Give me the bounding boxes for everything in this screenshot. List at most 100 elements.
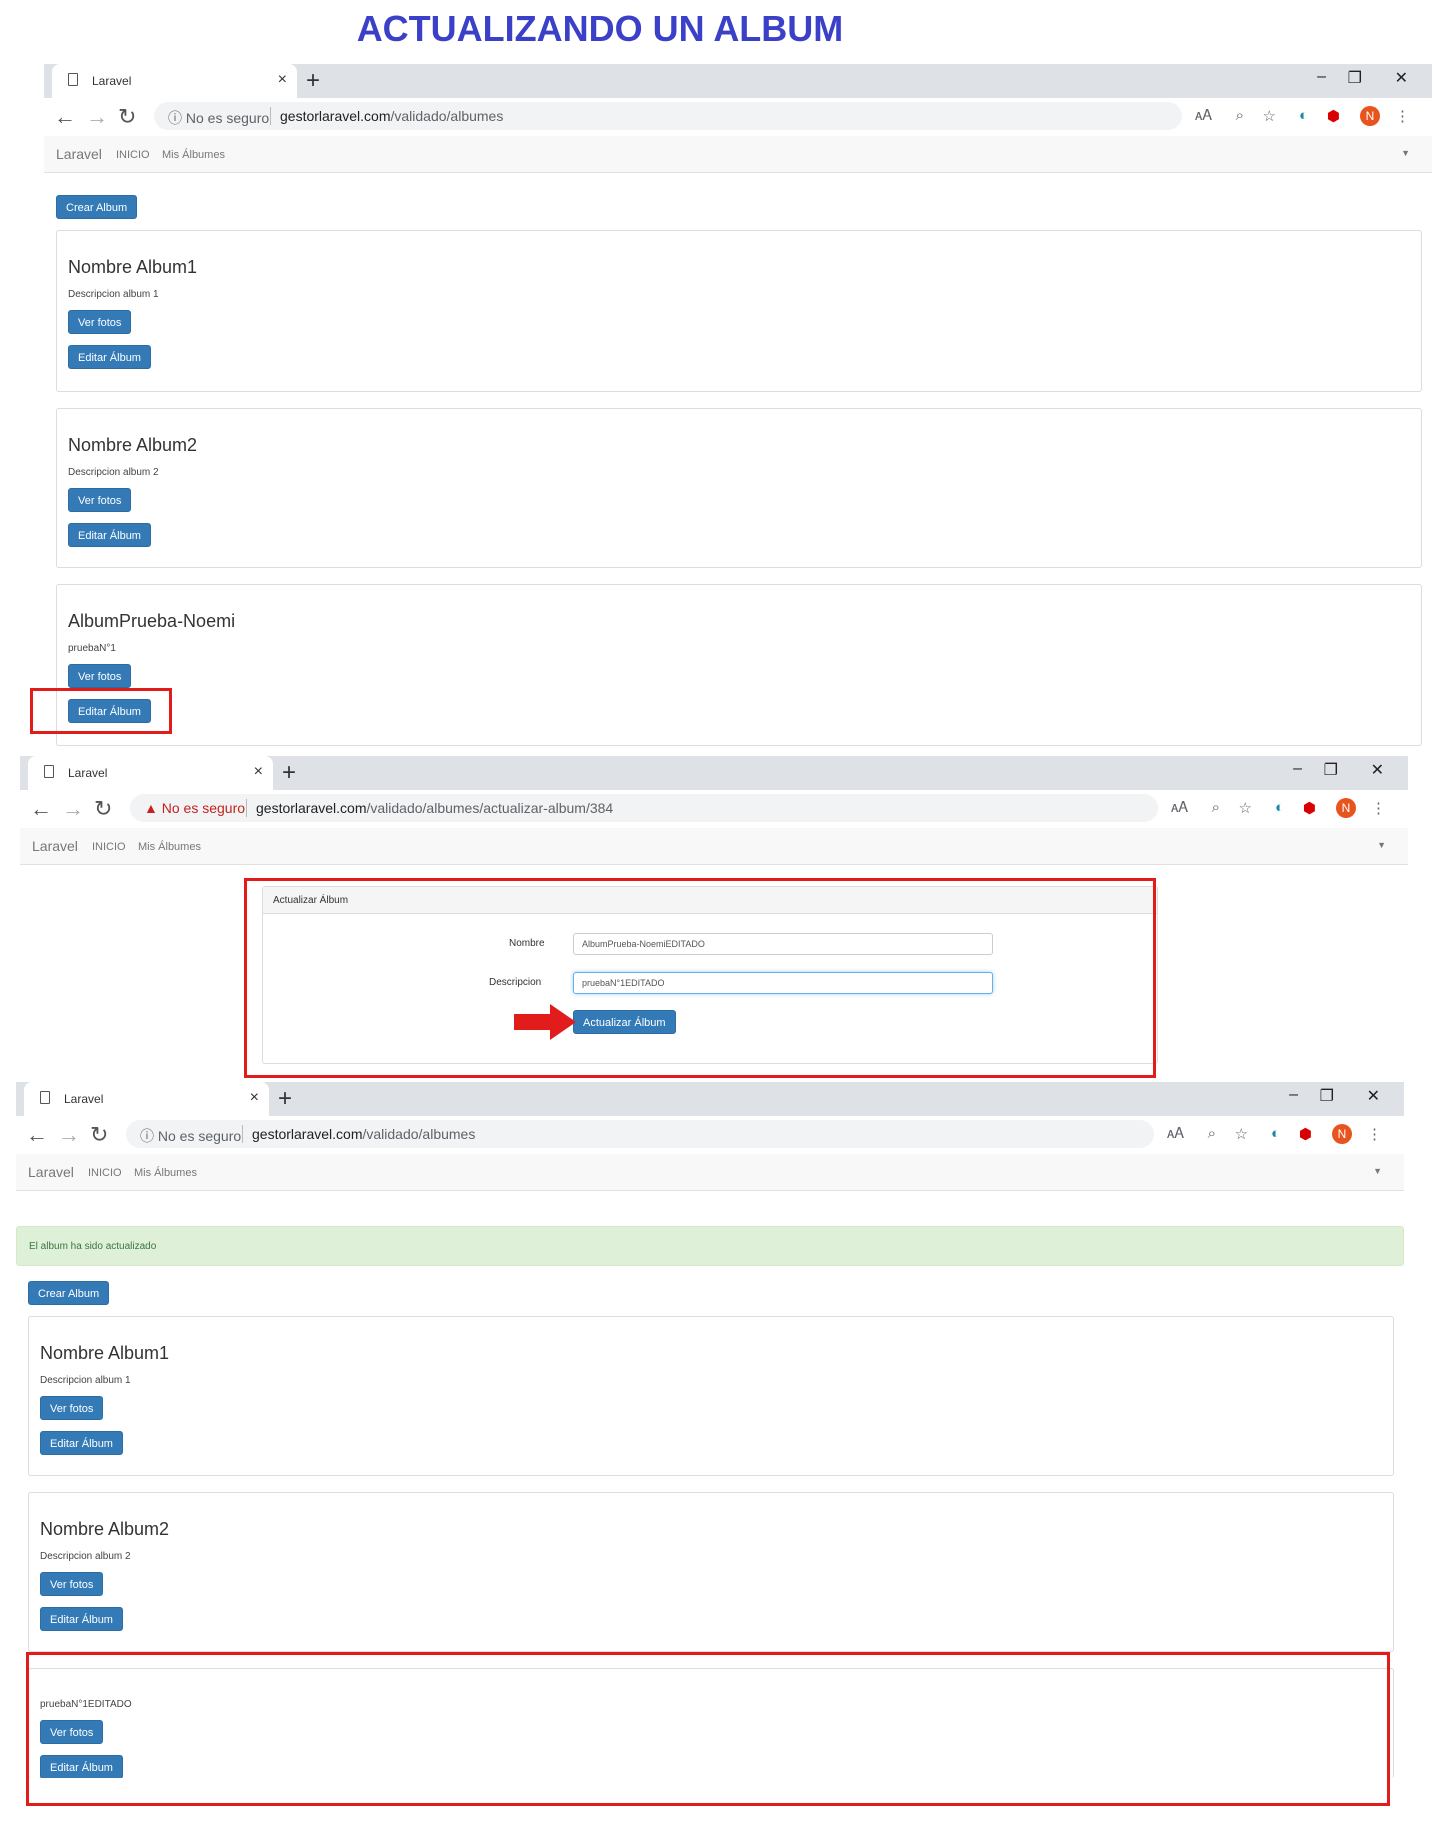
new-tab-icon[interactable]: +: [306, 67, 320, 95]
album-description: Descripcion album 2: [68, 467, 159, 478]
avatar[interactable]: N: [1332, 1124, 1352, 1144]
zoom-icon[interactable]: ⌕: [1212, 799, 1220, 816]
new-tab-icon[interactable]: +: [278, 1085, 292, 1113]
dropdown-caret-icon[interactable]: ▼: [1377, 840, 1386, 850]
extension-icon[interactable]: ◐: [1275, 799, 1284, 816]
extension-icon[interactable]: ◐: [1271, 1125, 1280, 1142]
back-icon[interactable]: ←: [30, 796, 52, 822]
navbar-brand[interactable]: Laravel: [56, 146, 102, 162]
browser-tab[interactable]: Laravel ×: [52, 64, 297, 98]
nav-link-albums[interactable]: Mis Álbumes: [138, 841, 201, 853]
translate-icon[interactable]: 🗚: [1195, 107, 1212, 124]
view-photos-button[interactable]: Ver fotos: [40, 1572, 104, 1596]
dropdown-caret-icon[interactable]: ▼: [1401, 148, 1410, 158]
url-path: /validado/albumes/actualizar-album/384: [366, 800, 614, 816]
address-bar: ← → ↻ ⓘ No es seguro gestorlaravel.com/v…: [16, 1116, 1404, 1155]
view-photos-button[interactable]: Ver fotos: [40, 1396, 104, 1420]
url-field[interactable]: ⓘ No es seguro gestorlaravel.com/validad…: [154, 102, 1182, 130]
album-description: Descripcion album 2: [40, 1551, 131, 1562]
address-bar: ← → ↻ ⓘ No es seguro gestorlaravel.com/v…: [44, 98, 1432, 137]
nav-link-home[interactable]: INICIO: [116, 149, 150, 161]
nav-link-home[interactable]: INICIO: [88, 1167, 122, 1179]
adblock-icon[interactable]: ⬢: [1327, 107, 1340, 125]
avatar[interactable]: N: [1360, 106, 1380, 126]
close-tab-icon[interactable]: ×: [254, 763, 263, 781]
close-tab-icon[interactable]: ×: [278, 71, 287, 89]
tab-strip: Laravel × + – ❐ ✕: [44, 64, 1432, 98]
security-status[interactable]: ⓘ No es seguro: [168, 108, 269, 128]
nav-link-albums[interactable]: Mis Álbumes: [162, 149, 225, 161]
url-field[interactable]: ▲ No es seguro gestorlaravel.com/validad…: [130, 794, 1158, 822]
star-icon[interactable]: ☆: [1263, 107, 1276, 125]
translate-icon[interactable]: 🗚: [1167, 1125, 1184, 1142]
nav-link-albums[interactable]: Mis Álbumes: [134, 1167, 197, 1179]
forward-icon[interactable]: →: [58, 1122, 80, 1148]
menu-icon[interactable]: ⋮: [1371, 799, 1386, 817]
dropdown-caret-icon[interactable]: ▼: [1373, 1166, 1382, 1176]
view-photos-button[interactable]: Ver fotos: [68, 664, 132, 688]
create-album-button[interactable]: Crear Album: [28, 1281, 110, 1305]
create-album-button[interactable]: Crear Album: [56, 195, 138, 219]
security-warning[interactable]: ▲ No es seguro: [144, 800, 245, 816]
minimize-icon[interactable]: –: [1293, 760, 1302, 778]
edit-album-button[interactable]: Editar Álbum: [40, 1431, 123, 1455]
site-navbar: Laravel INICIO Mis Álbumes ▼: [44, 136, 1432, 173]
restore-icon[interactable]: ❐: [1324, 760, 1338, 780]
album-name: AlbumPrueba-Noemi: [68, 611, 236, 631]
star-icon[interactable]: ☆: [1239, 799, 1252, 817]
album-name: Nombre Album2: [68, 435, 198, 455]
minimize-icon[interactable]: –: [1289, 1086, 1298, 1104]
menu-icon[interactable]: ⋮: [1367, 1125, 1382, 1143]
close-tab-icon[interactable]: ×: [250, 1089, 259, 1107]
album-description: Descripcion album 1: [68, 289, 159, 300]
navbar-brand[interactable]: Laravel: [28, 1164, 74, 1180]
adblock-icon[interactable]: ⬢: [1299, 1125, 1312, 1143]
tab-title: Laravel: [68, 766, 108, 780]
album-card: Nombre Album2 Descripcion album 2 Ver fo…: [28, 1492, 1394, 1652]
forward-icon[interactable]: →: [86, 104, 108, 130]
back-icon[interactable]: ←: [54, 104, 76, 130]
edit-album-button[interactable]: Editar Álbum: [68, 345, 151, 369]
reload-icon[interactable]: ↻: [90, 1122, 108, 1148]
extension-icon[interactable]: ◐: [1299, 107, 1308, 124]
album-card: Nombre Album2 Descripcion album 2 Ver fo…: [56, 408, 1422, 568]
url-host: gestorlaravel.com: [252, 1126, 363, 1142]
view-photos-button[interactable]: Ver fotos: [68, 310, 132, 334]
tab-strip: Laravel × + – ❐ ✕: [20, 756, 1408, 790]
album-card: AlbumPrueba-Noemi pruebaN°1 Ver fotos Ed…: [56, 584, 1422, 746]
album-description: Descripcion album 1: [40, 1375, 131, 1386]
view-photos-button[interactable]: Ver fotos: [68, 488, 132, 512]
menu-icon[interactable]: ⋮: [1395, 107, 1410, 125]
edit-album-button[interactable]: Editar Álbum: [40, 1607, 123, 1631]
back-icon[interactable]: ←: [26, 1122, 48, 1148]
close-window-icon[interactable]: ✕: [1367, 1086, 1380, 1106]
nav-link-home[interactable]: INICIO: [92, 841, 126, 853]
url-path: /validado/albumes: [390, 108, 504, 124]
close-window-icon[interactable]: ✕: [1395, 68, 1408, 88]
minimize-icon[interactable]: –: [1317, 68, 1326, 86]
forward-icon[interactable]: →: [62, 796, 84, 822]
restore-icon[interactable]: ❐: [1348, 68, 1362, 88]
avatar[interactable]: N: [1336, 798, 1356, 818]
highlight-box: [244, 878, 1156, 1078]
url-field[interactable]: ⓘ No es seguro gestorlaravel.com/validad…: [126, 1120, 1154, 1148]
tab-strip: Laravel × + – ❐ ✕: [16, 1082, 1404, 1116]
new-tab-icon[interactable]: +: [282, 759, 296, 787]
page-icon: [40, 1091, 50, 1104]
security-status[interactable]: ⓘ No es seguro: [140, 1126, 241, 1146]
navbar-brand[interactable]: Laravel: [32, 838, 78, 854]
alert-message: El album ha sido actualizado: [29, 1241, 157, 1252]
translate-icon[interactable]: 🗚: [1171, 799, 1188, 816]
star-icon[interactable]: ☆: [1235, 1125, 1248, 1143]
zoom-icon[interactable]: ⌕: [1236, 107, 1244, 124]
url-path: /validado/albumes: [362, 1126, 476, 1142]
edit-album-button[interactable]: Editar Álbum: [68, 523, 151, 547]
reload-icon[interactable]: ↻: [118, 104, 136, 130]
adblock-icon[interactable]: ⬢: [1303, 799, 1316, 817]
reload-icon[interactable]: ↻: [94, 796, 112, 822]
restore-icon[interactable]: ❐: [1320, 1086, 1334, 1106]
zoom-icon[interactable]: ⌕: [1208, 1125, 1216, 1142]
browser-tab[interactable]: Laravel ×: [24, 1082, 269, 1116]
browser-tab[interactable]: Laravel ×: [28, 756, 273, 790]
close-window-icon[interactable]: ✕: [1371, 760, 1384, 780]
